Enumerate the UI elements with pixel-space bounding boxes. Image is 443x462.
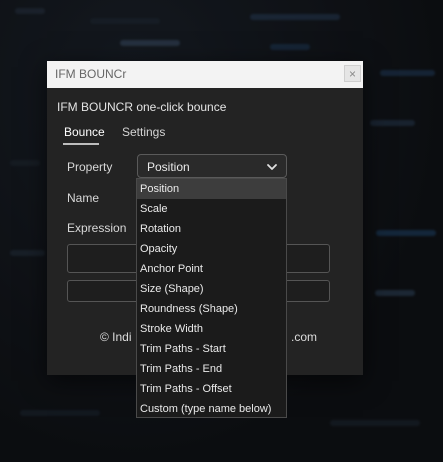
dropdown-option[interactable]: Opacity <box>137 239 286 259</box>
property-label: Property <box>67 160 113 174</box>
dropdown-option[interactable]: Stroke Width <box>137 319 286 339</box>
dropdown-option[interactable]: Anchor Point <box>137 259 286 279</box>
dropdown-option[interactable]: Scale <box>137 199 286 219</box>
dropdown-option[interactable]: Trim Paths - End <box>137 359 286 379</box>
tab-bounce[interactable]: Bounce <box>64 125 105 139</box>
footer-text-right: .com <box>291 330 318 344</box>
close-button[interactable]: × <box>344 65 361 82</box>
dropdown-option[interactable]: Size (Shape) <box>137 279 286 299</box>
name-label: Name <box>67 191 100 205</box>
window-title: IFM BOUNCr <box>55 67 127 81</box>
expression-label: Expression <box>67 221 127 235</box>
footer-text-left: © Indi <box>100 330 132 344</box>
dropdown-option[interactable]: Rotation <box>137 219 286 239</box>
dropdown-option[interactable]: Custom (type name below) <box>137 399 286 419</box>
active-tab-indicator <box>63 143 99 145</box>
dropdown-option[interactable]: Trim Paths - Start <box>137 339 286 359</box>
chevron-down-icon <box>267 164 277 170</box>
dropdown-option[interactable]: Roundness (Shape) <box>137 299 286 319</box>
property-dropdown-list[interactable]: Position Scale Rotation Opacity Anchor P… <box>136 178 287 418</box>
title-bar[interactable]: IFM BOUNCr × <box>47 61 363 88</box>
property-select-value: Position <box>147 160 190 174</box>
property-select[interactable]: Position <box>137 154 287 178</box>
dropdown-option[interactable]: Position <box>137 179 286 199</box>
tab-settings[interactable]: Settings <box>122 125 165 139</box>
panel-heading: IFM BOUNCR one-click bounce <box>57 100 227 114</box>
dropdown-option[interactable]: Trim Paths - Offset <box>137 379 286 399</box>
